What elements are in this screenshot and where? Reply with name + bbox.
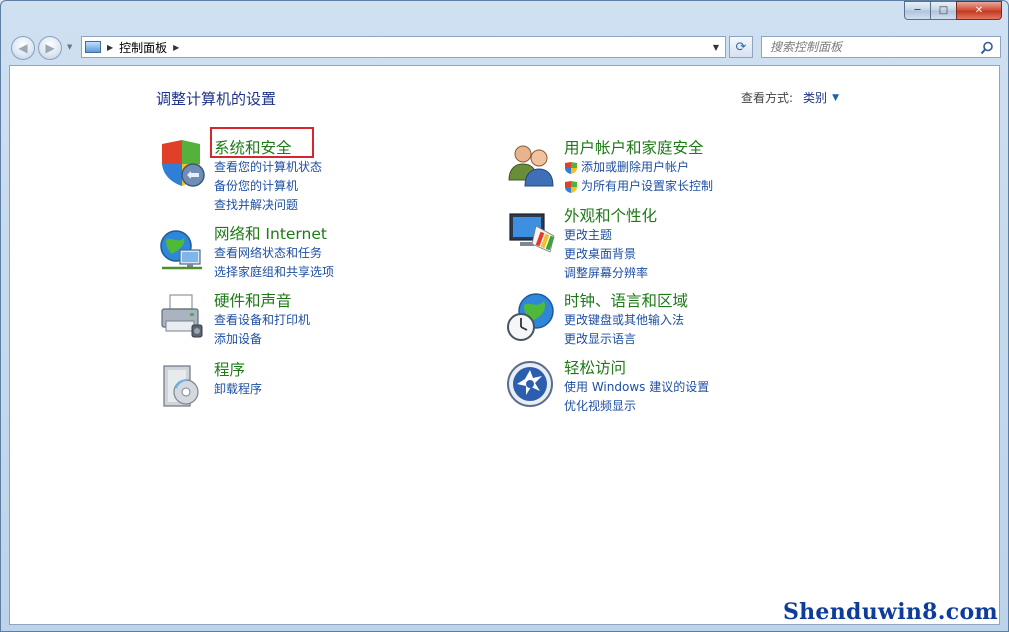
link-homegroup-sharing[interactable]: 选择家庭组和共享选项 <box>214 263 334 282</box>
category-appearance: 外观和个性化 更改主题 更改桌面背景 调整屏幕分辨率 <box>506 206 657 283</box>
address-bar[interactable]: ▶ 控制面板 ▶ ▼ <box>81 36 726 58</box>
link-optimize-visual-display[interactable]: 优化视频显示 <box>564 397 709 416</box>
content-pane: 调整计算机的设置 查看方式: 类别 ▼ 系统和安全 查看您的计算机状态 备份您的… <box>9 65 1000 625</box>
address-dropdown-icon[interactable]: ▼ <box>709 37 723 57</box>
globe-clock-icon[interactable] <box>506 291 558 343</box>
link-add-remove-accounts[interactable]: 添加或删除用户帐户 <box>564 158 713 177</box>
shield-icon[interactable] <box>156 138 208 190</box>
link-add-device[interactable]: 添加设备 <box>214 330 310 349</box>
category-hardware: 硬件和声音 查看设备和打印机 添加设备 <box>156 291 310 349</box>
breadcrumb-arrow-icon[interactable]: ▶ <box>107 43 113 52</box>
control-panel-window: ─ □ ✕ ◀ ▶ ▼ ▶ 控制面板 ▶ ▼ ⟳ 调整计算机的设置 查看方式: … <box>0 0 1009 632</box>
ease-access-icon[interactable] <box>506 358 558 410</box>
uac-shield-icon <box>565 161 577 174</box>
view-by-label: 查看方式: <box>741 91 794 105</box>
printer-icon[interactable] <box>156 291 208 343</box>
category-clock-region: 时钟、语言和区域 更改键盘或其他输入法 更改显示语言 <box>506 291 688 349</box>
page-title: 调整计算机的设置 <box>156 90 277 108</box>
category-network: 网络和 Internet 查看网络状态和任务 选择家庭组和共享选项 <box>156 224 334 282</box>
recent-pages-dropdown[interactable]: ▼ <box>67 43 72 51</box>
program-box-icon[interactable] <box>156 360 208 412</box>
refresh-button[interactable]: ⟳ <box>729 36 753 58</box>
view-by-value[interactable]: 类别 <box>803 89 827 106</box>
link-windows-suggested-settings[interactable]: 使用 Windows 建议的设置 <box>564 378 709 397</box>
control-panel-icon <box>85 41 101 53</box>
link-change-keyboards[interactable]: 更改键盘或其他输入法 <box>564 311 688 330</box>
maximize-button[interactable]: □ <box>930 1 956 20</box>
highlight-annotation-box <box>210 127 314 158</box>
category-title-ease-of-access[interactable]: 轻松访问 <box>564 358 709 378</box>
chevron-down-icon[interactable]: ▼ <box>832 93 839 103</box>
back-button[interactable]: ◀ <box>11 36 35 60</box>
search-box[interactable] <box>761 36 1001 58</box>
search-icon[interactable] <box>980 40 994 55</box>
link-label: 添加或删除用户帐户 <box>581 160 690 174</box>
site-watermark: Shenduwin8.com <box>782 599 998 625</box>
refresh-icon: ⟳ <box>735 39 747 55</box>
breadcrumb-arrow-icon[interactable]: ▶ <box>173 43 179 52</box>
forward-arrow-icon: ▶ <box>45 41 55 55</box>
users-icon[interactable] <box>506 138 558 190</box>
link-change-display-language[interactable]: 更改显示语言 <box>564 330 688 349</box>
link-view-computer-status[interactable]: 查看您的计算机状态 <box>214 158 322 177</box>
category-programs: 程序 卸载程序 <box>156 360 262 412</box>
link-troubleshoot[interactable]: 查找并解决问题 <box>214 196 322 215</box>
category-user-accounts: 用户帐户和家庭安全 添加或删除用户帐户 为所有用户设置家长控制 <box>506 138 713 196</box>
category-title-hardware[interactable]: 硬件和声音 <box>214 291 310 311</box>
view-by-selector[interactable]: 查看方式: 类别 ▼ <box>741 89 839 106</box>
link-label: 为所有用户设置家长控制 <box>581 179 714 193</box>
category-title-programs[interactable]: 程序 <box>214 360 262 380</box>
minimize-button[interactable]: ─ <box>904 1 930 20</box>
link-devices-printers[interactable]: 查看设备和打印机 <box>214 311 310 330</box>
link-uninstall-program[interactable]: 卸载程序 <box>214 380 262 399</box>
category-title-appearance[interactable]: 外观和个性化 <box>564 206 657 226</box>
category-ease-of-access: 轻松访问 使用 Windows 建议的设置 优化视频显示 <box>506 358 709 416</box>
link-backup-computer[interactable]: 备份您的计算机 <box>214 177 322 196</box>
link-screen-resolution[interactable]: 调整屏幕分辨率 <box>564 264 657 283</box>
network-globe-icon[interactable] <box>156 224 208 276</box>
close-button[interactable]: ✕ <box>956 1 1002 20</box>
category-title-clock-region[interactable]: 时钟、语言和区域 <box>564 291 688 311</box>
category-title-network[interactable]: 网络和 Internet <box>214 224 334 244</box>
forward-button[interactable]: ▶ <box>38 36 62 60</box>
link-change-theme[interactable]: 更改主题 <box>564 226 657 245</box>
link-parental-controls[interactable]: 为所有用户设置家长控制 <box>564 177 713 196</box>
breadcrumb-control-panel[interactable]: 控制面板 <box>119 39 167 56</box>
category-title-user-accounts[interactable]: 用户帐户和家庭安全 <box>564 138 713 158</box>
caption-buttons: ─ □ ✕ <box>904 1 1002 20</box>
monitor-palette-icon[interactable] <box>506 206 558 258</box>
search-input[interactable] <box>768 37 982 57</box>
link-change-background[interactable]: 更改桌面背景 <box>564 245 657 264</box>
back-arrow-icon: ◀ <box>18 41 28 55</box>
link-view-network-status[interactable]: 查看网络状态和任务 <box>214 244 334 263</box>
uac-shield-icon <box>565 180 577 193</box>
